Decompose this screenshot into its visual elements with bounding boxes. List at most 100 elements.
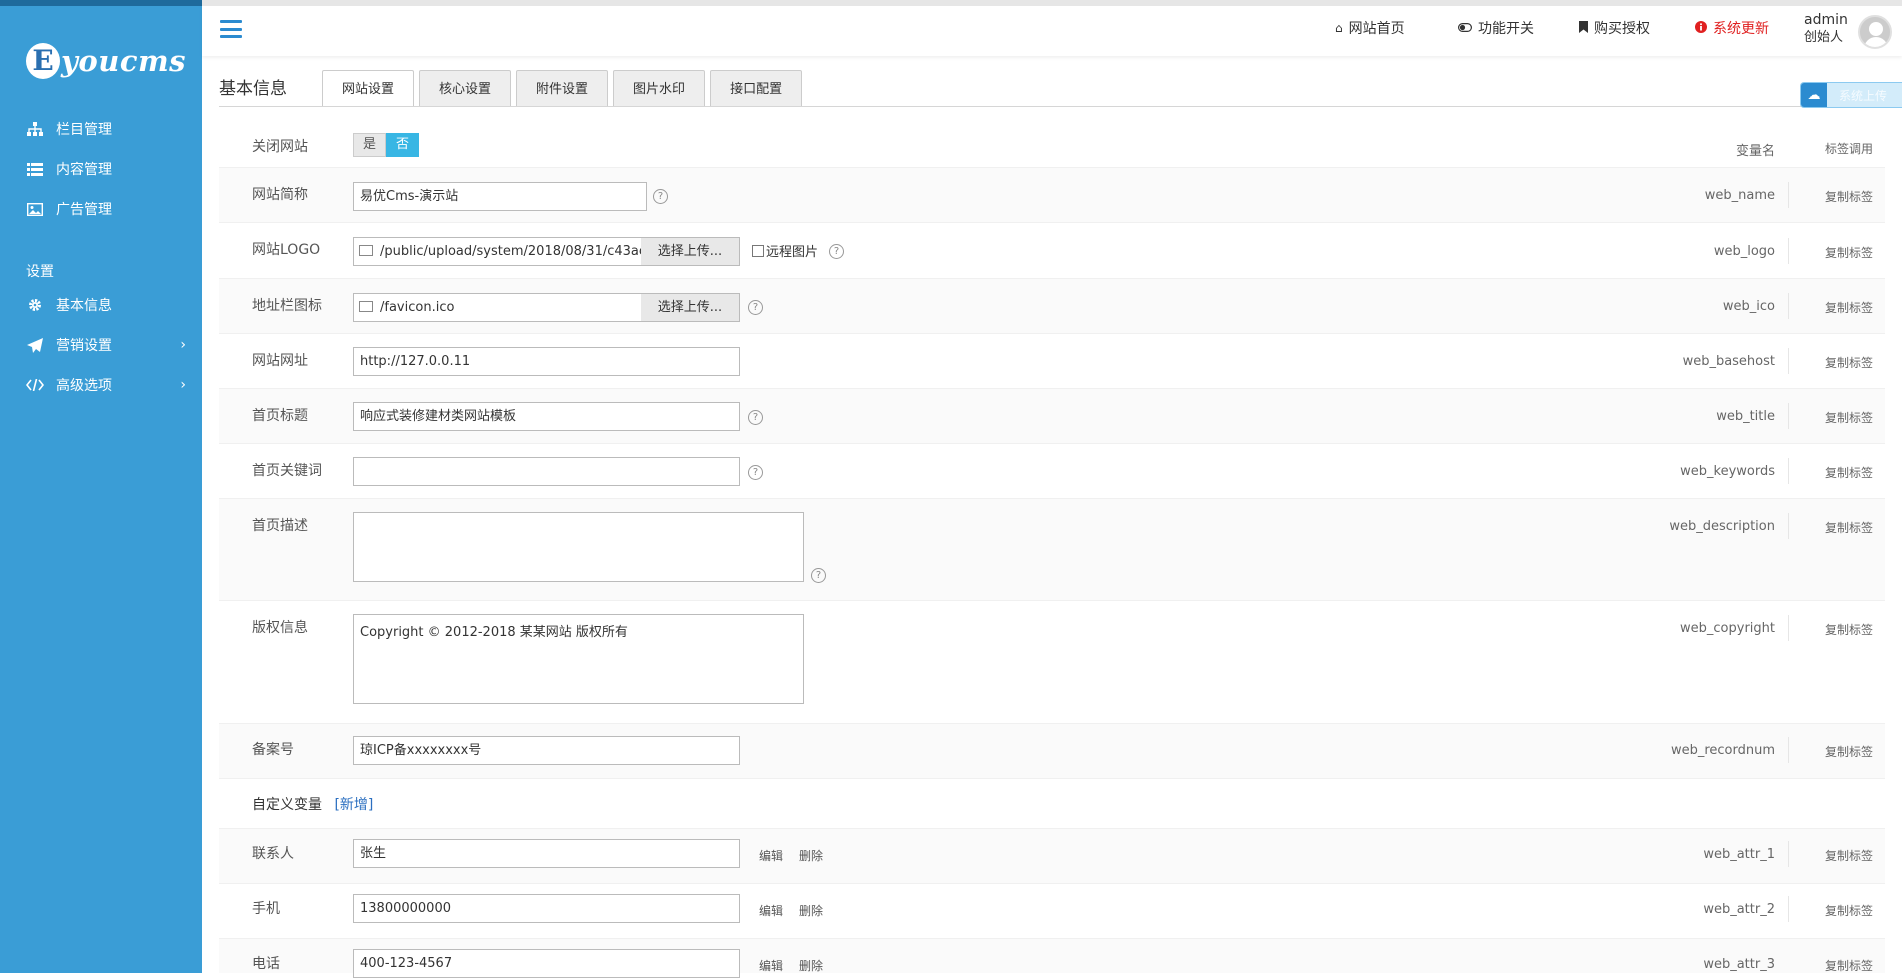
- delete-button[interactable]: 删除: [799, 902, 823, 919]
- edit-button[interactable]: 编辑: [759, 902, 783, 919]
- chevron-right-icon: ›: [180, 337, 186, 353]
- web-recordnum-input[interactable]: 琼ICP备xxxxxxxx号: [353, 736, 740, 765]
- sidebar-item-ads[interactable]: 广告管理: [26, 197, 186, 221]
- buy-license-label: 购买授权: [1594, 21, 1650, 37]
- copy-tag-button[interactable]: 复制标签: [1825, 519, 1873, 536]
- remote-image-option[interactable]: 远程图片: [752, 241, 818, 260]
- sitemap-icon: [26, 120, 44, 138]
- copy-tag-button[interactable]: 复制标签: [1825, 847, 1873, 864]
- copy-tag-button[interactable]: 复制标签: [1825, 354, 1873, 371]
- column-divider: [1788, 238, 1789, 264]
- web-title-input[interactable]: 响应式装修建材类网站模板: [353, 402, 740, 431]
- sidebar-item-marketing[interactable]: 营销设置 ›: [26, 333, 186, 357]
- close-site-no-option[interactable]: 否: [386, 133, 420, 157]
- system-update-link[interactable]: 系统更新: [1695, 18, 1769, 38]
- web-basehost-input[interactable]: http://127.0.0.11: [353, 347, 740, 376]
- web-ico-upload-button[interactable]: 选择上传...: [641, 293, 740, 322]
- attr-var: web_attr_1: [1703, 847, 1775, 862]
- delete-button[interactable]: 删除: [799, 847, 823, 864]
- sidebar-item-basic-info[interactable]: 基本信息: [26, 293, 186, 317]
- tabs-divider: [219, 106, 1885, 107]
- web-basehost-var: web_basehost: [1682, 354, 1775, 369]
- form-row-web-keywords: 首页关键词 ? web_keywords 复制标签: [219, 444, 1885, 499]
- web-keywords-input[interactable]: [353, 457, 740, 486]
- attr-var: web_attr_3: [1703, 957, 1775, 972]
- help-icon[interactable]: ?: [811, 568, 826, 583]
- site-home-link[interactable]: ⌂ 网站首页: [1335, 18, 1405, 38]
- user-role: 创始人: [1804, 30, 1844, 45]
- menu-toggle-icon[interactable]: [220, 20, 242, 38]
- help-icon[interactable]: ?: [748, 300, 763, 315]
- tab-attachment-settings[interactable]: 附件设置: [516, 70, 609, 107]
- close-site-label: 关闭网站: [252, 139, 308, 155]
- web-logo-upload-button[interactable]: 选择上传...: [641, 237, 740, 266]
- sidebar-section-title: 设置: [26, 264, 54, 280]
- copy-tag-button[interactable]: 复制标签: [1825, 188, 1873, 205]
- form-row-web-title: 首页标题 响应式装修建材类网站模板 ? web_title 复制标签: [219, 389, 1885, 444]
- image-icon: [359, 245, 373, 256]
- close-site-toggle: 是 否: [353, 133, 420, 157]
- sidebar-item-advanced[interactable]: 高级选项 ›: [26, 373, 186, 397]
- web-description-label: 首页描述: [252, 518, 308, 534]
- attr-input[interactable]: 400-123-4567: [353, 949, 740, 978]
- form-row-web-recordnum: 备案号 琼ICP备xxxxxxxx号 web_recordnum 复制标签: [219, 724, 1885, 779]
- user-info[interactable]: admin 创始人: [1804, 12, 1848, 46]
- logo[interactable]: E youcms: [26, 34, 186, 88]
- copy-tag-button[interactable]: 复制标签: [1825, 464, 1873, 481]
- logo-mark: E: [26, 43, 61, 79]
- web-name-input[interactable]: 易优Cms-演示站: [353, 182, 647, 211]
- list-icon: [26, 160, 44, 178]
- help-icon[interactable]: ?: [653, 189, 668, 204]
- edit-button[interactable]: 编辑: [759, 847, 783, 864]
- tab-api-config[interactable]: 接口配置: [710, 70, 803, 107]
- tab-core-settings[interactable]: 核心设置: [419, 70, 512, 107]
- help-icon[interactable]: ?: [748, 465, 763, 480]
- home-icon: ⌂: [1335, 21, 1343, 35]
- delete-button[interactable]: 删除: [799, 957, 823, 974]
- sidebar-item-content[interactable]: 内容管理: [26, 157, 186, 181]
- attr-input[interactable]: 13800000000: [353, 894, 740, 923]
- copy-tag-button[interactable]: 复制标签: [1825, 957, 1873, 974]
- custom-variables-label: 自定义变量 [新增]: [252, 794, 373, 814]
- cloud-upload-button[interactable]: ☁ 系统上传: [1800, 82, 1902, 108]
- attr-input[interactable]: 张生: [353, 839, 740, 868]
- page-title: 基本信息: [219, 79, 287, 99]
- form-row-web-basehost: 网站网址 http://127.0.0.11 web_basehost 复制标签: [219, 334, 1885, 389]
- web-logo-var: web_logo: [1713, 244, 1775, 259]
- copy-tag-button[interactable]: 复制标签: [1825, 902, 1873, 919]
- column-divider: [1788, 513, 1789, 539]
- web-copyright-textarea[interactable]: Copyright © 2012-2018 某某网站 版权所有: [353, 614, 804, 704]
- web-ico-input[interactable]: /favicon.ico: [353, 293, 642, 322]
- copy-tag-button[interactable]: 复制标签: [1825, 743, 1873, 760]
- sidebar-item-label: 广告管理: [56, 202, 112, 218]
- web-title-label: 首页标题: [252, 408, 308, 424]
- web-title-var: web_title: [1716, 409, 1775, 424]
- web-recordnum-label: 备案号: [252, 742, 294, 758]
- copy-tag-button[interactable]: 复制标签: [1825, 244, 1873, 261]
- help-icon[interactable]: ?: [748, 410, 763, 425]
- copy-tag-button[interactable]: 复制标签: [1825, 409, 1873, 426]
- chevron-right-icon: ›: [180, 377, 186, 393]
- help-icon[interactable]: ?: [829, 244, 844, 259]
- form-row-web-logo: 网站LOGO /public/upload/system/2018/08/31/…: [219, 223, 1885, 279]
- feature-switch-link[interactable]: 功能开关: [1458, 18, 1534, 38]
- attr-label: 手机: [252, 901, 280, 917]
- avatar[interactable]: [1858, 15, 1892, 49]
- remote-image-checkbox[interactable]: [752, 244, 764, 257]
- web-ico-label: 地址栏图标: [252, 298, 322, 314]
- column-divider: [1788, 737, 1789, 763]
- tab-site-settings[interactable]: 网站设置: [322, 70, 415, 107]
- tab-image-watermark[interactable]: 图片水印: [613, 70, 706, 107]
- add-variable-link[interactable]: [新增]: [334, 797, 373, 813]
- column-divider: [1788, 841, 1789, 867]
- sidebar-item-columns[interactable]: 栏目管理: [26, 117, 186, 141]
- web-logo-value: /public/upload/system/2018/08/31/c43ae: [380, 244, 642, 259]
- web-description-textarea[interactable]: [353, 512, 804, 582]
- buy-license-link[interactable]: 购买授权: [1579, 18, 1650, 38]
- form-row-web-attr-1: 联系人 张生 编辑 删除 web_attr_1 复制标签: [219, 829, 1885, 884]
- copy-tag-button[interactable]: 复制标签: [1825, 299, 1873, 316]
- close-site-yes-option[interactable]: 是: [353, 133, 387, 157]
- copy-tag-button[interactable]: 复制标签: [1825, 621, 1873, 638]
- edit-button[interactable]: 编辑: [759, 957, 783, 974]
- web-logo-input[interactable]: /public/upload/system/2018/08/31/c43ae: [353, 237, 642, 266]
